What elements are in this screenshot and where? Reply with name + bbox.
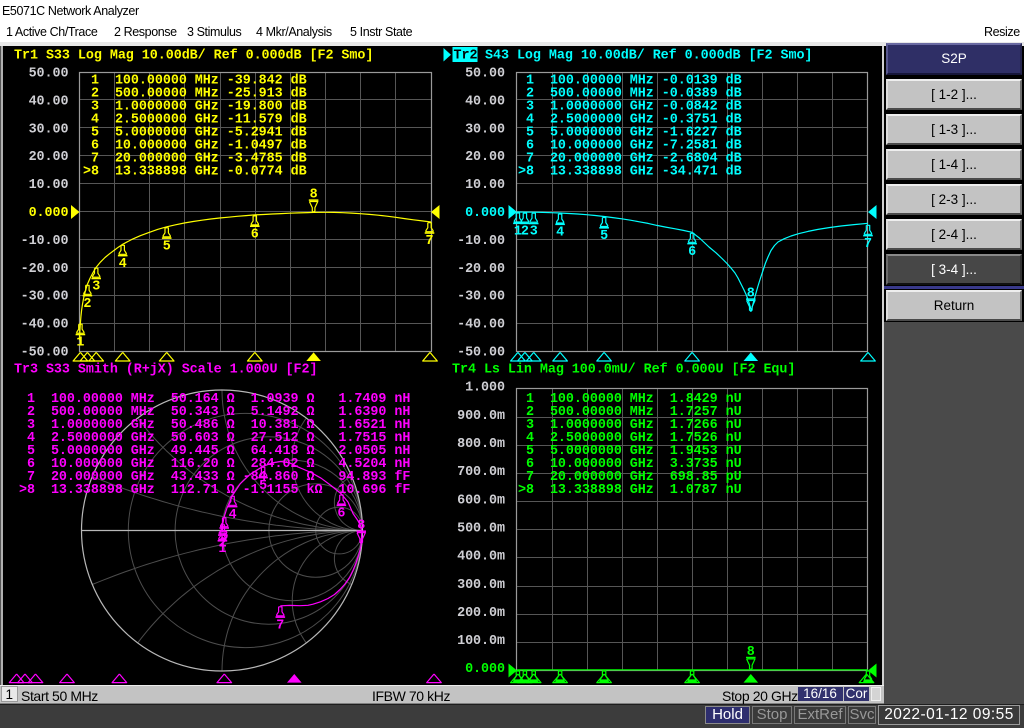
svg-text:1.000: 1.000 xyxy=(465,381,505,396)
svg-text:40.00: 40.00 xyxy=(465,94,505,109)
svg-text:-50.00: -50.00 xyxy=(457,346,505,361)
svg-text:8: 8 xyxy=(357,519,365,534)
svg-text:30.00: 30.00 xyxy=(465,122,505,137)
svg-text:0.000: 0.000 xyxy=(465,206,505,221)
svg-text:>8 13.338898 GHz -34.471 dB: >8 13.338898 GHz -34.471 dB xyxy=(518,165,742,180)
svg-text:2: 2 xyxy=(83,297,91,312)
svg-text:500.0m: 500.0m xyxy=(457,522,505,537)
svg-text:5: 5 xyxy=(163,239,171,254)
svg-text:3: 3 xyxy=(220,529,228,544)
svg-text:8: 8 xyxy=(747,287,755,302)
svg-text:2: 2 xyxy=(521,225,529,240)
svg-text:Tr4 Ls Lin Mag 100.0mU/ Ref 0.: Tr4 Ls Lin Mag 100.0mU/ Ref 0.000U [F2 E… xyxy=(452,363,795,378)
svg-text:20.00: 20.00 xyxy=(29,150,69,165)
svg-text:3: 3 xyxy=(92,280,100,295)
svg-text:Tr2: Tr2 xyxy=(454,49,478,64)
svg-text:600.0m: 600.0m xyxy=(457,493,505,508)
svg-text:S43 Log Mag 10.00dB/ Ref 0.000: S43 Log Mag 10.00dB/ Ref 0.000dB [F2 Smo… xyxy=(485,49,812,64)
svg-text:400.0m: 400.0m xyxy=(457,550,505,565)
svg-text:0.000: 0.000 xyxy=(29,206,69,221)
svg-text:-20.00: -20.00 xyxy=(21,262,69,277)
svg-text:700.0m: 700.0m xyxy=(457,465,505,480)
svg-text:-20.00: -20.00 xyxy=(457,262,505,277)
svg-text:20.00: 20.00 xyxy=(465,150,505,165)
svg-text:5: 5 xyxy=(600,229,608,244)
svg-text:6: 6 xyxy=(337,507,345,522)
svg-text:-40.00: -40.00 xyxy=(21,318,69,333)
svg-text:10.00: 10.00 xyxy=(29,178,69,193)
svg-text:-10.00: -10.00 xyxy=(457,234,505,249)
svg-text:4: 4 xyxy=(119,257,127,272)
svg-text:800.0m: 800.0m xyxy=(457,437,505,452)
svg-text:>8 13.338898 GHz 112.71 Ω -1: >8 13.338898 GHz 112.71 Ω -1.1155 kΩ 10.… xyxy=(19,483,410,498)
svg-text:Tr1 S33 Log Mag 10.00dB/ Ref 0: Tr1 S33 Log Mag 10.00dB/ Ref 0.000dB [F2… xyxy=(14,49,373,64)
svg-text:7: 7 xyxy=(864,237,872,252)
svg-text:-30.00: -30.00 xyxy=(21,290,69,305)
svg-text:0.000: 0.000 xyxy=(465,662,505,677)
svg-text:7: 7 xyxy=(426,234,434,249)
svg-text:200.0m: 200.0m xyxy=(457,606,505,621)
svg-text:10.00: 10.00 xyxy=(465,178,505,193)
svg-text:1: 1 xyxy=(76,336,84,351)
svg-text:4: 4 xyxy=(229,508,237,523)
svg-text:100.0m: 100.0m xyxy=(457,634,505,649)
svg-text:50.00: 50.00 xyxy=(465,67,505,82)
svg-text:300.0m: 300.0m xyxy=(457,578,505,593)
svg-text:6: 6 xyxy=(688,245,696,260)
svg-text:-10.00: -10.00 xyxy=(21,234,69,249)
svg-text:7: 7 xyxy=(276,618,284,633)
svg-text:-30.00: -30.00 xyxy=(457,290,505,305)
svg-text:-50.00: -50.00 xyxy=(21,346,69,361)
svg-text:40.00: 40.00 xyxy=(29,94,69,109)
svg-text:8: 8 xyxy=(747,645,755,660)
svg-text:900.0m: 900.0m xyxy=(457,409,505,424)
svg-text:50.00: 50.00 xyxy=(29,67,69,82)
svg-text:4: 4 xyxy=(556,226,564,241)
svg-text:3: 3 xyxy=(530,225,538,240)
svg-text:>8 13.338898 GHz 1.0787 nU: >8 13.338898 GHz 1.0787 nU xyxy=(518,483,742,498)
svg-text:6: 6 xyxy=(251,227,259,242)
svg-text:Tr3 S33 Smith (R+jX) Scale 1.0: Tr3 S33 Smith (R+jX) Scale 1.000U [F2] xyxy=(14,363,317,378)
svg-text:30.00: 30.00 xyxy=(29,122,69,137)
svg-text:-40.00: -40.00 xyxy=(457,318,505,333)
svg-text:>8 13.338898 GHz -0.0774 dB: >8 13.338898 GHz -0.0774 dB xyxy=(83,165,307,180)
svg-text:8: 8 xyxy=(310,188,318,203)
